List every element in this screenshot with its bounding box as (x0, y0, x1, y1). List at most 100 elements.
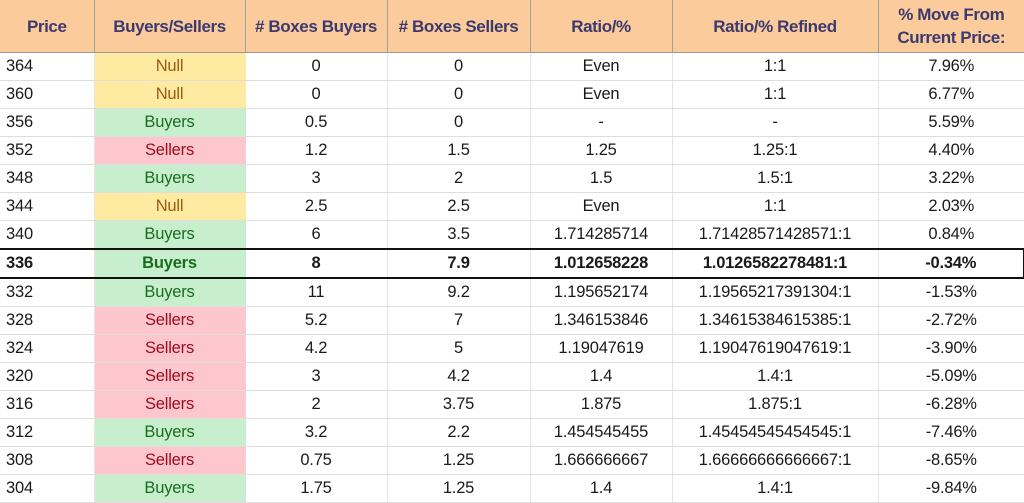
side-cell: Buyers (94, 474, 246, 503)
move-cell: 4.40% (878, 136, 1024, 165)
move-cell: -8.65% (878, 446, 1024, 475)
table-row: 356 Buyers 0.5 0- -5.59% (0, 108, 1024, 137)
table-row: 360 Null 0 0 Even 1:1 6.77% (0, 80, 1024, 109)
boxes-sellers-cell: 5 (387, 334, 531, 363)
price-cell: 340 (0, 220, 95, 250)
price-cell: 324 (0, 334, 95, 363)
price-cell: 320 (0, 362, 95, 391)
move-cell: 3.22% (878, 164, 1024, 193)
ratio-refined-cell: 1.25:1 (672, 136, 879, 165)
ratio-cell: 1.666666667 (530, 446, 673, 475)
price-cell: 316 (0, 390, 95, 419)
move-cell: 0.84% (878, 220, 1024, 250)
boxes-sellers-cell: 2 (387, 164, 531, 193)
table-row: 328 Sellers 5.2 7 1.346153846 1.3461538461538… (0, 306, 1024, 335)
ratio-cell: 1.4 (530, 362, 673, 391)
boxes-sellers-cell: 0 (387, 108, 531, 137)
table-row: 316 Sellers 2 3.75 1.875 1.875:1 -6.28% (0, 390, 1024, 419)
header-move-from-current: % Move From Current Price: (878, 0, 1024, 53)
price-cell: 356 (0, 108, 95, 137)
ratio-cell: 1.454545455 (530, 418, 673, 447)
boxes-sellers-cell: 0 (387, 52, 531, 81)
boxes-sellers-cell: 3.75 (387, 390, 531, 419)
ratio-refined-cell: - (672, 108, 879, 137)
price-cell: 336 (0, 248, 95, 279)
header-boxes-buyers: # Boxes Buyers (245, 0, 388, 53)
table-row: 320 Sellers 3 4.2 1.4 1.4:1 -5.09% (0, 362, 1024, 391)
side-cell: Sellers (94, 306, 246, 335)
boxes-buyers-cell: 0 (245, 80, 388, 109)
ratio-refined-cell: 1:1 (672, 52, 879, 81)
move-cell: 7.96% (878, 52, 1024, 81)
header-price: Price (0, 0, 95, 53)
table-row: 324 Sellers 4.2 5 1.19047619 1.19047619047619… (0, 334, 1024, 363)
side-cell: Buyers (94, 278, 246, 307)
table-row: 312 Buyers 3.2 2.2 1.454545455 1.454545454545… (0, 418, 1024, 447)
move-cell: 6.77% (878, 80, 1024, 109)
table-row: 304 Buyers 1.75 1.25 1.4 1.4:1 -9.84% (0, 474, 1024, 503)
boxes-buyers-cell: 0.5 (245, 108, 388, 137)
move-cell: 2.03% (878, 192, 1024, 221)
boxes-sellers-cell: 2.5 (387, 192, 531, 221)
boxes-buyers-cell: 0.75 (245, 446, 388, 475)
price-cell: 352 (0, 136, 95, 165)
side-cell: Buyers (94, 220, 246, 250)
table-row-current-price: 336 Buyers 8 7.9 1.012658228 1.0126582278481:… (0, 248, 1024, 279)
ratio-cell: Even (530, 52, 673, 81)
boxes-buyers-cell: 1.75 (245, 474, 388, 503)
move-cell: -9.84% (878, 474, 1024, 503)
boxes-sellers-cell: 4.2 (387, 362, 531, 391)
boxes-buyers-cell: 0 (245, 52, 388, 81)
boxes-buyers-cell: 3.2 (245, 418, 388, 447)
ratio-refined-cell: 1.71428571428571:1 (672, 220, 879, 250)
price-cell: 360 (0, 80, 95, 109)
table-row: 348 Buyers 3 2 1.5 1.5:1 3.22% (0, 164, 1024, 193)
side-cell: Sellers (94, 446, 246, 475)
move-cell: 5.59% (878, 108, 1024, 137)
ratio-refined-cell: 1:1 (672, 80, 879, 109)
side-cell: Sellers (94, 362, 246, 391)
header-move-line2: Current Price: (897, 28, 1006, 47)
boxes-sellers-cell: 1.25 (387, 474, 531, 503)
boxes-sellers-cell: 3.5 (387, 220, 531, 250)
boxes-sellers-cell: 7.9 (387, 248, 531, 279)
side-cell: Buyers (94, 108, 246, 137)
side-cell: Null (94, 52, 246, 81)
move-cell: -6.28% (878, 390, 1024, 419)
price-cell: 304 (0, 474, 95, 503)
ratio-refined-cell: 1.5:1 (672, 164, 879, 193)
ratio-cell: 1.4 (530, 474, 673, 503)
boxes-buyers-cell: 11 (245, 278, 388, 307)
header-row: Price Buyers/Sellers # Boxes Buyers # Bo… (0, 0, 1024, 53)
move-cell: -2.72% (878, 306, 1024, 335)
price-cell: 344 (0, 192, 95, 221)
table-row: 340 Buyers 6 3.5 1.714285714 1.71428571428571… (0, 220, 1024, 250)
price-level-table: Price Buyers/Sellers # Boxes Buyers # Bo… (0, 0, 1024, 503)
side-cell: Sellers (94, 390, 246, 419)
boxes-sellers-cell: 1.25 (387, 446, 531, 475)
ratio-cell: 1.25 (530, 136, 673, 165)
ratio-refined-cell: 1.4:1 (672, 362, 879, 391)
boxes-buyers-cell: 5.2 (245, 306, 388, 335)
ratio-cell: 1.19047619 (530, 334, 673, 363)
price-cell: 348 (0, 164, 95, 193)
ratio-cell: 1.195652174 (530, 278, 673, 307)
move-cell: -0.34% (878, 248, 1024, 279)
price-cell: 308 (0, 446, 95, 475)
side-cell: Null (94, 80, 246, 109)
boxes-buyers-cell: 3 (245, 362, 388, 391)
boxes-sellers-cell: 2.2 (387, 418, 531, 447)
ratio-refined-cell: 1.45454545454545:1 (672, 418, 879, 447)
ratio-cell: Even (530, 80, 673, 109)
ratio-refined-cell: 1.66666666666667:1 (672, 446, 879, 475)
move-cell: -3.90% (878, 334, 1024, 363)
table-row: 352 Sellers 1.2 1.5 1.25 1.25:1 4.40% (0, 136, 1024, 165)
boxes-buyers-cell: 4.2 (245, 334, 388, 363)
ratio-cell: 1.5 (530, 164, 673, 193)
ratio-refined-cell: 1.19047619047619:1 (672, 334, 879, 363)
side-cell: Sellers (94, 136, 246, 165)
ratio-refined-cell: 1.0126582278481:1 (672, 248, 879, 279)
side-cell: Buyers (94, 248, 246, 279)
table-row: 344 Null 2.5 2.5 Even 1:1 2.03% (0, 192, 1024, 221)
boxes-buyers-cell: 2.5 (245, 192, 388, 221)
